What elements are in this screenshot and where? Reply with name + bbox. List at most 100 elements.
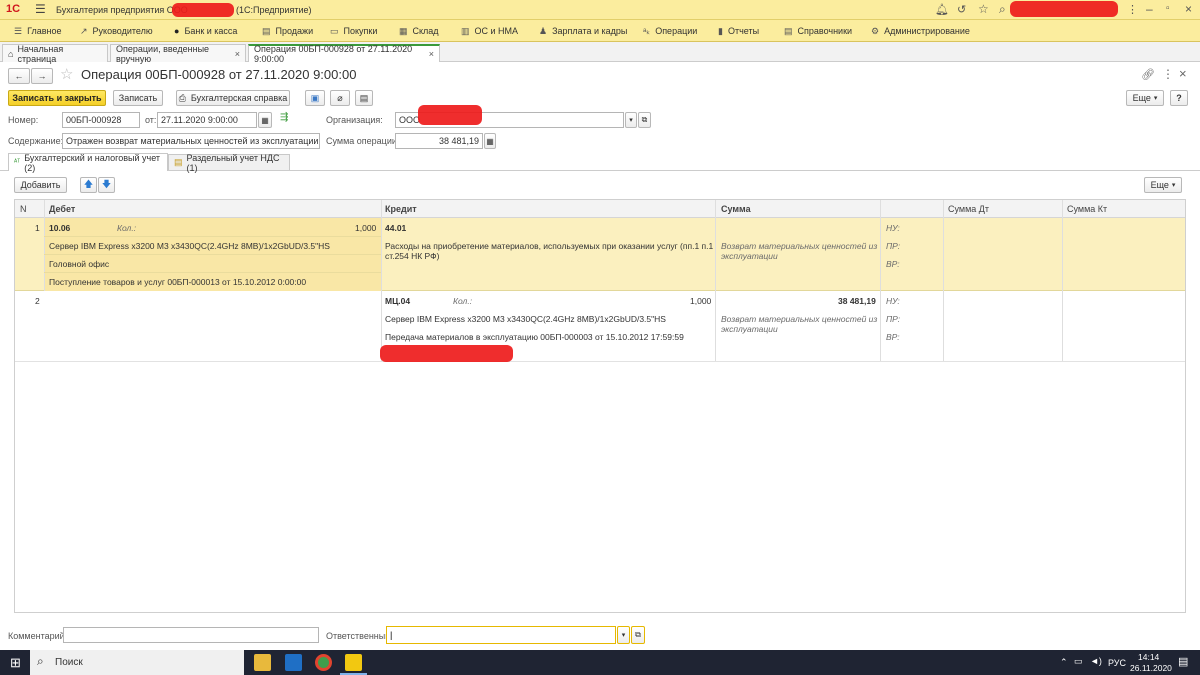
debit-subconto-3[interactable]: Поступление товаров и услуг 00БП-000013 … [49, 277, 306, 287]
clock-time[interactable]: 14:14 [1138, 652, 1159, 662]
set-date-icon[interactable]: ⇶ [280, 112, 288, 123]
comment-label: Комментарий: [8, 631, 68, 641]
accounting-report-button[interactable]: ⎙ Бухгалтерская справка [176, 90, 290, 106]
operation-sum-field[interactable]: 38 481,19 [395, 133, 483, 149]
responsible-dropdown-button[interactable]: ▾ [617, 626, 630, 644]
window-title-suffix: (1С:Предприятие) [236, 5, 312, 15]
volume-icon[interactable]: ◄) [1090, 656, 1102, 666]
credit-account[interactable]: МЦ.04 [385, 296, 410, 306]
search-icon[interactable]: ⌕ [999, 2, 1006, 17]
notifications-icon[interactable]: ▤ [1178, 655, 1188, 668]
tab-operation[interactable]: Операция 00БП-000928 от 27.11.2020 9:00:… [248, 44, 440, 64]
entry-comment: Возврат материальных ценностей из [721, 241, 878, 251]
date-field[interactable]: 27.11.2020 9:00:00 [157, 112, 257, 128]
close-icon[interactable]: × [429, 49, 434, 59]
operations-icon: ᵃₖ [643, 25, 651, 36]
move-down-button[interactable]: 🡇 [98, 177, 115, 193]
menu-item-catalogs[interactable]: ▤ Справочники [784, 20, 852, 42]
network-icon[interactable]: ▭ [1074, 656, 1083, 667]
attach-button[interactable]: ⌀ [330, 90, 350, 106]
explorer-icon[interactable] [254, 654, 271, 671]
minimize-icon[interactable]: – [1146, 2, 1153, 16]
app-logo: 1С [6, 3, 21, 15]
back-button[interactable]: ← [8, 68, 30, 84]
credit-subconto-1[interactable]: Сервер IBM Express x3200 M3 x3430QC(2.4G… [385, 314, 666, 324]
row-number: 1 [35, 223, 40, 233]
close-icon[interactable]: × [1185, 2, 1192, 16]
calculator-button[interactable]: ▦ [484, 133, 496, 149]
basket-icon: ▭ [330, 25, 339, 36]
more-button[interactable]: Еще ▾ [1126, 90, 1164, 106]
close-icon[interactable]: × [1179, 66, 1187, 81]
menu-item-operations[interactable]: ᵃₖ Операции [643, 20, 697, 42]
org-open-button[interactable]: ⧉ [638, 112, 651, 128]
document-title: Операция 00БП-000928 от 27.11.2020 9:00:… [81, 67, 357, 82]
chrome-icon[interactable] [315, 654, 332, 671]
menu-item-warehouse[interactable]: ▦ Склад [399, 20, 439, 42]
home-icon: ⌂ [8, 48, 14, 59]
favorite-star-icon[interactable]: ☆ [60, 65, 73, 83]
menu-item-reports[interactable]: ▮ Отчеты [718, 20, 759, 42]
menu-item-salary[interactable]: ♟ Зарплата и кадры [539, 20, 627, 42]
credit-account[interactable]: 44.01 [385, 223, 406, 233]
number-field[interactable]: 00БП-000928 [62, 112, 140, 128]
column-header-sum-kt: Сумма Кт [1067, 204, 1108, 214]
vr-label: ВР: [886, 332, 900, 342]
menu-item-bank[interactable]: ● Банк и касса [174, 20, 237, 42]
menu-icon[interactable]: ⋮ [1127, 3, 1138, 16]
structure-button[interactable]: ▣ [305, 90, 325, 106]
language-indicator[interactable]: РУС [1108, 658, 1126, 668]
link-icon[interactable]: 🔗︎ [1141, 68, 1155, 81]
column-header-sum: Сумма [721, 204, 751, 214]
hamburger-icon[interactable]: ☰ [35, 2, 46, 16]
menu-item-admin[interactable]: ⚙ Администрирование [871, 20, 970, 42]
grid-more-button[interactable]: Еще ▾ [1144, 177, 1182, 193]
outlook-icon[interactable] [285, 654, 302, 671]
clock-date[interactable]: 26.11.2020 [1130, 663, 1172, 673]
bell-icon[interactable]: 🔔︎ [935, 3, 949, 16]
entry-sum[interactable]: 38 481,19 [838, 296, 876, 306]
tray-chevron-icon[interactable]: ⌃ [1060, 657, 1068, 668]
tab-home[interactable]: ⌂ Начальная страница [2, 44, 108, 64]
menu-item-sales[interactable]: ▤ Продажи [262, 20, 313, 42]
content-field[interactable]: Отражен возврат материальных ценностей и… [62, 133, 320, 149]
qty-value[interactable]: 1,000 [690, 296, 711, 306]
column-header-credit: Кредит [385, 204, 417, 214]
debit-subconto-2[interactable]: Головной офис [49, 259, 109, 269]
add-row-button[interactable]: Добавить [14, 177, 67, 193]
tab-accounting[interactable]: ᴬᵀ Бухгалтерский и налоговый учет (2) [8, 153, 168, 173]
move-up-button[interactable]: 🡅 [80, 177, 97, 193]
responsible-open-button[interactable]: ⧉ [631, 626, 645, 644]
calendar-button[interactable]: ▦ [258, 112, 272, 128]
save-button[interactable]: Записать [113, 90, 163, 106]
window-title-prefix: Бухгалтерия предприятия ООО [56, 5, 188, 15]
qty-value[interactable]: 1,000 [355, 223, 376, 233]
arrow-up-icon: 🡅 [83, 179, 94, 189]
star-icon[interactable]: ☆ [978, 2, 989, 16]
maximize-icon[interactable]: ▫ [1166, 3, 1170, 14]
responsible-field[interactable]: | [386, 626, 616, 644]
history-icon[interactable]: ↺ [957, 3, 966, 16]
date-label: от: [145, 115, 157, 125]
help-button[interactable]: ? [1170, 90, 1188, 106]
save-and-close-button[interactable]: Записать и закрыть [8, 90, 106, 106]
forward-button[interactable]: → [31, 68, 53, 84]
comment-field[interactable] [63, 627, 319, 643]
credit-subconto-1[interactable]: Расходы на приобретение материалов, испо… [385, 241, 713, 251]
windows-start-icon[interactable]: ⊞ [10, 655, 21, 671]
credit-subconto-2[interactable]: Передача материалов в эксплуатацию 00БП-… [385, 332, 684, 342]
notes-button[interactable]: ▤ [355, 90, 373, 106]
close-icon[interactable]: × [235, 49, 240, 59]
redaction [380, 345, 513, 362]
menu-item-main[interactable]: ☰ Главное [14, 20, 61, 42]
debit-account[interactable]: 10.06 [49, 223, 70, 233]
menu-item-assets[interactable]: ▥ ОС и НМА [461, 20, 518, 42]
org-dropdown-button[interactable]: ▾ [625, 112, 637, 128]
tab-manual-operations[interactable]: Операции, введенные вручную × [110, 44, 246, 64]
menu-item-purchases[interactable]: ▭ Покупки [330, 20, 377, 42]
table-row[interactable] [15, 291, 1185, 362]
menu-item-director[interactable]: ↗ Руководителю [80, 20, 153, 42]
tab-vat[interactable]: ▤ Раздельный учет НДС (1) [168, 153, 290, 173]
more-icon[interactable]: ⋮ [1162, 67, 1174, 81]
debit-subconto-1[interactable]: Сервер IBM Express x3200 M3 x3430QC(2.4G… [49, 241, 330, 251]
